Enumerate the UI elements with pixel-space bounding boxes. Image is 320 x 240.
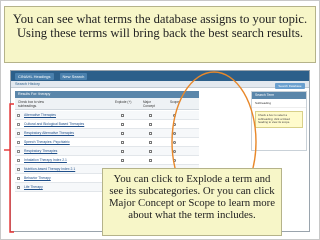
row-checkbox[interactable] [17,141,20,144]
term-link[interactable]: Cultural and Biological Based Therapies [24,120,84,129]
term-link[interactable]: Behavior Therapy [24,174,51,183]
row-checkbox[interactable] [17,186,20,189]
term-link[interactable]: Alternative Therapies [24,111,56,120]
major-concept-checkbox[interactable] [149,132,152,135]
scope-icon[interactable] [173,159,176,162]
scope-icon[interactable] [173,132,176,135]
col-check-header: Check box to view subheadings. [18,100,44,108]
table-row: Alternative Therapies [15,111,199,120]
results-table-title: Results For: therapy [15,91,199,98]
scope-icon[interactable] [173,114,176,117]
subheading-row: Subheading [252,99,306,108]
row-checkbox[interactable] [17,114,20,117]
major-concept-checkbox[interactable] [149,159,152,162]
row-checkbox[interactable] [17,159,20,162]
explode-checkbox[interactable] [121,123,124,126]
major-concept-checkbox[interactable] [149,114,152,117]
scope-icon[interactable] [173,150,176,153]
tab-cinahl-headings[interactable]: CINAHL Headings [15,72,54,80]
term-link[interactable]: Respiratory Therapies [24,147,57,156]
search-term-heading: Search Term [252,92,306,99]
term-link[interactable]: Inhalation Therapy Index 2.1 [24,156,67,165]
tab-new-search[interactable]: New Search [59,72,88,80]
explode-checkbox[interactable] [121,114,124,117]
term-link[interactable]: Nutrition-based Therapy Index 2.1 [24,165,75,174]
table-row: Speech Therapies: Psychiatric [15,138,199,147]
search-history-bar[interactable]: Search History [11,81,309,88]
major-concept-checkbox[interactable] [149,150,152,153]
search-database-button[interactable]: Search Database [275,83,305,89]
row-checkbox[interactable] [17,150,20,153]
database-topbar: CINAHL Headings New Search [11,71,309,81]
term-link[interactable]: Life Therapy [24,183,43,192]
scope-icon[interactable] [173,141,176,144]
col-explode-header: Explode (+) [115,100,132,104]
row-checkbox[interactable] [17,123,20,126]
scope-icon[interactable] [173,123,176,126]
table-row: Respiratory Therapies [15,147,199,156]
table-row: Inhalation Therapy Index 2.1 [15,156,199,165]
row-checkbox[interactable] [17,132,20,135]
table-row: Cultural and Biological Based Therapies [15,120,199,129]
term-link[interactable]: Respiratory Alternative Therapies [24,129,74,138]
explode-checkbox[interactable] [121,141,124,144]
bottom-callout: You can click to Explode a term and see … [102,168,282,236]
row-checkbox[interactable] [17,177,20,180]
results-column-headers: Check box to view subheadings. Explode (… [15,98,199,110]
term-link[interactable]: Speech Therapies: Psychiatric [24,138,70,147]
col-scope-header: Scope [170,100,180,104]
row-checkbox[interactable] [17,168,20,171]
search-term-panel: Search Term Subheading Check a box to se… [251,91,307,151]
top-callout: You can see what terms the database assi… [4,6,316,63]
major-concept-checkbox[interactable] [149,141,152,144]
explode-checkbox[interactable] [121,132,124,135]
table-row: Respiratory Alternative Therapies [15,129,199,138]
major-concept-checkbox[interactable] [149,123,152,126]
help-note: Check a box to select a subheading; clic… [255,111,303,128]
explode-checkbox[interactable] [121,150,124,153]
explode-checkbox[interactable] [121,159,124,162]
col-major-header: Major Concept [143,100,155,108]
